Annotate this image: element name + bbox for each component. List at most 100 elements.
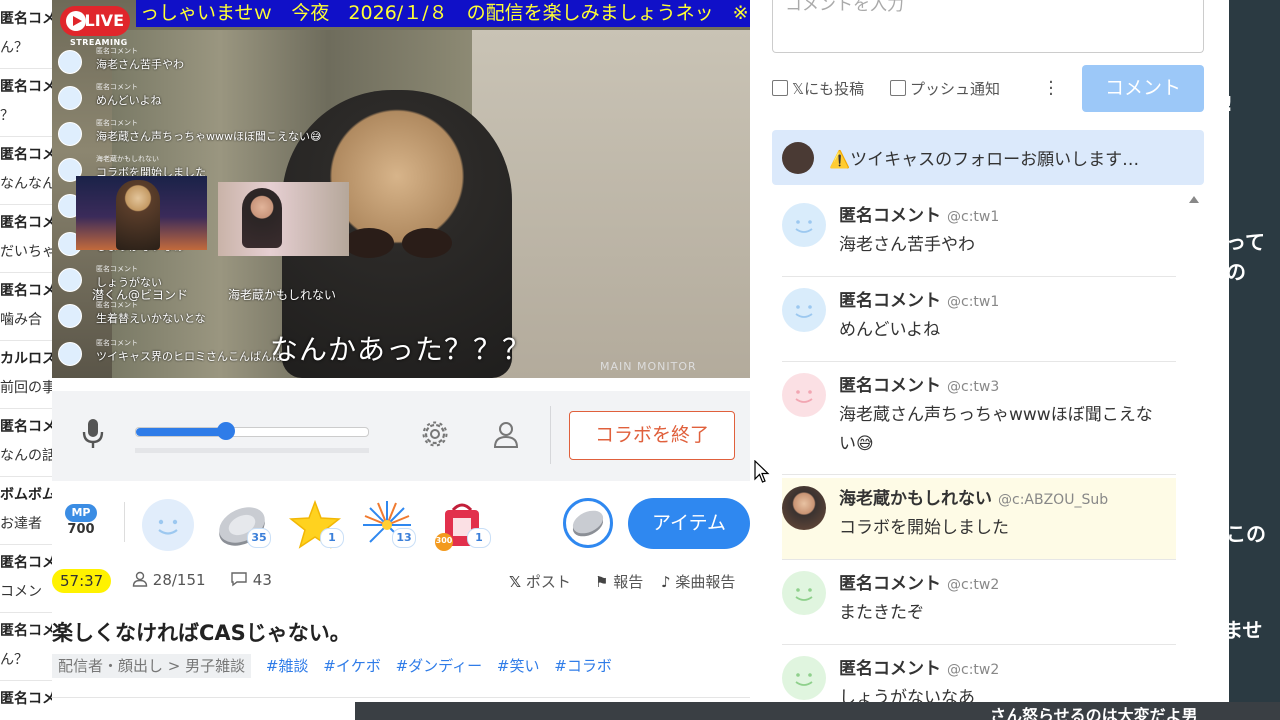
comment-text: なんなん (0, 176, 52, 192)
avatar (58, 50, 82, 74)
gift-count: 1 (320, 528, 344, 548)
collab-thumbnail-left[interactable] (76, 176, 207, 250)
comment-author: 匿名コメ (0, 623, 52, 639)
left-comment-item[interactable]: カルロス 前回の事 (0, 340, 52, 409)
background-text: この (1226, 522, 1266, 546)
tag-link[interactable]: #コラボ (554, 654, 612, 678)
pinned-notice[interactable]: ⚠️ツイキャスのフォローお願いします… (772, 130, 1204, 185)
microphone-icon[interactable] (80, 417, 106, 451)
volume-fill (136, 428, 227, 436)
left-comment-item[interactable]: ボムボム お達者 (0, 476, 52, 545)
smile-face-icon[interactable] (782, 571, 826, 615)
user-icon[interactable] (493, 421, 519, 449)
smile-face-icon[interactable] (141, 498, 195, 552)
collab-thumbnail-right[interactable] (218, 182, 349, 256)
report-link[interactable]: ⚑ 報告 (595, 571, 643, 592)
avatar[interactable] (782, 486, 826, 530)
comment-item[interactable]: 匿名コメント @c:tw1 めんどいよね (782, 280, 1176, 362)
overlay-comment-text: ツイキャス界のヒロミさんこんばんは (96, 350, 283, 363)
music-report-link[interactable]: ♪ 楽曲報告 (661, 571, 735, 592)
comment-item[interactable]: 匿名コメント @c:tw2 しょうがないなあ (782, 648, 1176, 702)
left-comment-item[interactable]: 匿名コメ ん？ (0, 0, 52, 69)
left-comment-item[interactable]: 匿名コメ ？ (0, 68, 52, 137)
live-badge: LIVE STREAMING (60, 6, 132, 48)
overlay-comment-author: 匿名コメント (96, 265, 138, 273)
tag-link[interactable]: #笑い (497, 654, 540, 678)
overlay-comment-text: めんどいよね (96, 94, 162, 107)
broadcaster-avatar (782, 142, 814, 174)
background-text: ませ (1223, 618, 1263, 642)
comment-item[interactable]: 海老蔵かもしれない @c:ABZOU_Sub コラボを開始しました (782, 478, 1176, 560)
comment-author: 匿名コメント @c:tw1 (839, 291, 1000, 311)
coin-icon[interactable]: 35 (215, 498, 271, 552)
comment-user-id: @c:tw3 (947, 379, 1000, 395)
video-background (472, 30, 750, 378)
notice-text: ⚠️ツイキャスのフォローお願いします… (829, 150, 1140, 170)
left-comment-list[interactable]: 匿名コメ ん？ 匿名コメ？匿名コメ なんなん 匿名コメ だいちゃ 匿名コメ 噛み合 カルロス 前回… (0, 0, 52, 720)
comment-item[interactable]: 匿名コメント @c:tw3 海老蔵さん声ちっちゃwwwほぼ聞こえない😅 (782, 365, 1176, 475)
gear-icon[interactable] (420, 419, 450, 449)
comment-item[interactable]: 匿名コメント @c:tw2 またきたぞ (782, 563, 1176, 645)
comment-author: 匿名コメ (0, 215, 52, 231)
divider (550, 406, 551, 464)
post-to-x-link[interactable]: 𝕏 ポスト (509, 571, 571, 592)
overlay-comment-text: 海老蔵さん声ちっちゃwwwほぼ聞こえない😅 (96, 130, 322, 143)
comment-item[interactable]: 匿名コメント @c:tw1 海老さん苦手やわ (782, 195, 1176, 277)
tag-link[interactable]: #雑談 (266, 654, 309, 678)
viewer-count: 28/151 (132, 571, 206, 589)
end-collab-button[interactable]: コラボを終了 (569, 411, 735, 460)
music-note-icon: ♪ (661, 573, 671, 591)
selected-item-icon[interactable] (563, 498, 613, 548)
overlay-comment-text: 海老さん苦手やわ (96, 58, 184, 71)
background-stream-right: ! って の この ませ (1223, 0, 1280, 720)
more-options-icon[interactable]: · · · (1046, 74, 1056, 104)
comment-author: 海老蔵かもしれない @c:ABZOU_Sub (839, 489, 1109, 509)
video-watermark: MAIN MONITOR (600, 360, 697, 373)
tag-link[interactable]: #ダンディー (396, 654, 483, 678)
play-icon (66, 11, 86, 31)
streamer-video (332, 228, 462, 258)
left-comment-item[interactable]: 匿名コメ なんなん (0, 136, 52, 205)
firework-icon[interactable]: 13 (360, 498, 416, 552)
video-player[interactable]: っしゃいませｗ 今夜 2026/１/８ の配信を楽しみましょうネッ ※ LIVE… (52, 0, 750, 378)
star-icon[interactable]: 1 (288, 498, 344, 552)
checkbox-icon (890, 80, 906, 96)
left-comment-item[interactable]: 匿名コメ 噛み合 (0, 272, 52, 341)
scroll-up-arrow-icon[interactable] (1189, 196, 1199, 203)
comment-thread[interactable]: 匿名コメント @c:tw1 海老さん苦手やわ 匿名コメント @c:tw1 めんどいよね 匿名… (772, 195, 1204, 702)
left-comment-item[interactable]: 匿名コメ (0, 680, 52, 720)
stream-stats: 57:37 28/151 43 𝕏 ポスト ⚑ 報告 ♪ 楽曲報告 (52, 568, 750, 594)
volume-knob[interactable] (217, 422, 236, 440)
x-post-checkbox[interactable]: 𝕏にも投稿 (772, 78, 864, 99)
overlay-comment-author: 匿名コメント (96, 119, 138, 127)
comment-text: しょうがないなあ (839, 688, 975, 702)
smile-face-icon[interactable] (782, 203, 826, 247)
comment-count-value: 43 (252, 571, 272, 589)
smile-face-icon[interactable] (782, 656, 826, 700)
comment-submit-button[interactable]: コメント (1082, 65, 1204, 112)
smile-face-icon[interactable] (782, 288, 826, 332)
category-label[interactable]: 配信者・顔出し > 男子雑談 (52, 654, 252, 678)
left-comment-item[interactable]: 匿名コメ だいちゃ (0, 204, 52, 273)
broadcast-controls: コラボを終了 (52, 391, 750, 481)
volume-slider[interactable] (135, 422, 369, 440)
gift-count: 13 (392, 528, 416, 548)
comment-input[interactable]: コメントを入力 (772, 0, 1204, 53)
broadcast-tags: 配信者・顔出し > 男子雑談 #雑談 #イケボ #ダンディー #笑い #コラボ (52, 654, 612, 678)
left-comment-item[interactable]: 匿名コメん？ (0, 612, 52, 681)
left-comment-item[interactable]: 匿名コメ コメン (0, 544, 52, 613)
lucky-bag-icon[interactable]: 300 1 (435, 498, 491, 552)
comment-text: なんの話 (0, 448, 52, 464)
smile-face-icon[interactable] (782, 373, 826, 417)
comment-text: またきたぞ (839, 603, 924, 623)
comment-text: ？ (0, 108, 14, 124)
comment-author: 匿名コメ (0, 283, 52, 299)
left-comment-item[interactable]: 匿名コメ なんの話 (0, 408, 52, 477)
gift-count: 1 (467, 528, 491, 548)
tag-link[interactable]: #イケボ (323, 654, 381, 678)
comment-text: ん？ (0, 652, 28, 668)
elapsed-timer: 57:37 (52, 569, 112, 593)
item-button[interactable]: アイテム (628, 498, 750, 549)
push-notify-checkbox[interactable]: プッシュ通知 (890, 78, 1000, 99)
overlay-comment-text: 生着替えいかないとな (96, 312, 206, 325)
